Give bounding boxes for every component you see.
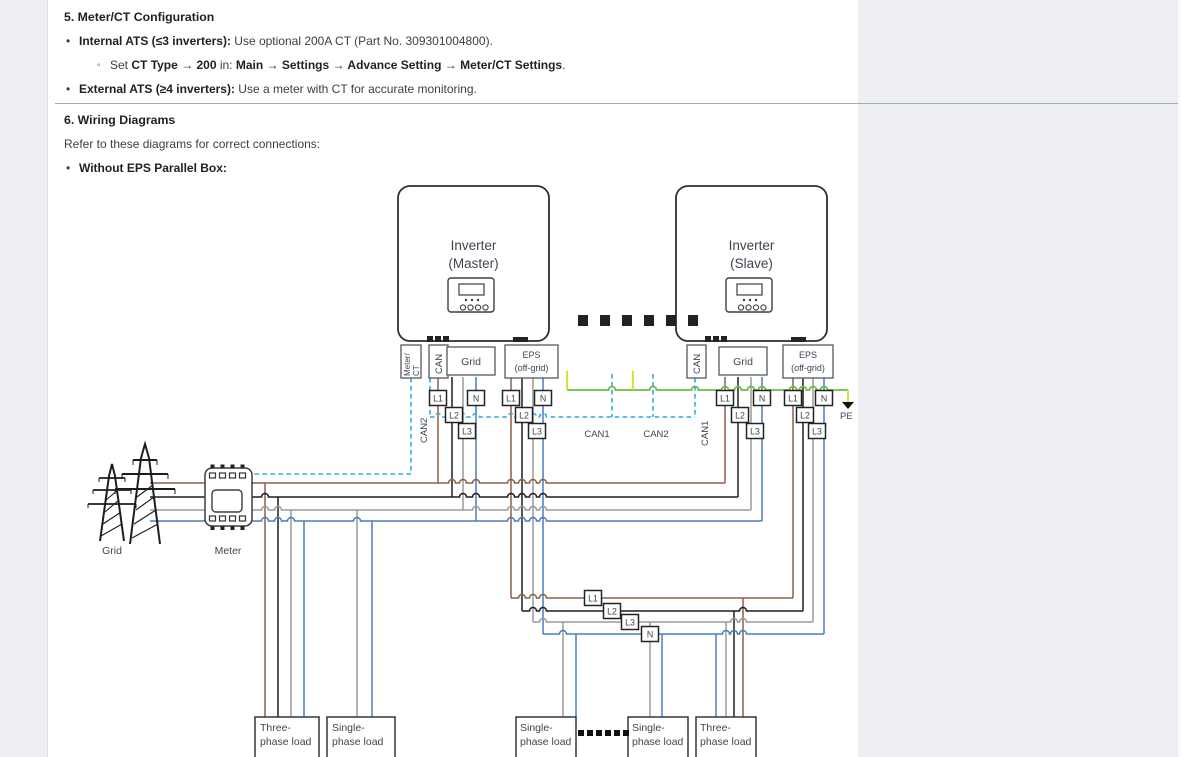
can2-label: CAN2 (643, 429, 668, 440)
svg-text:N: N (540, 394, 546, 404)
svg-text:(Slave): (Slave) (730, 256, 773, 271)
svg-text:L2: L2 (607, 607, 617, 617)
wiring-diagram: Grid Meter Inverter (Master) (48, 177, 857, 757)
svg-text:Grid: Grid (461, 356, 481, 368)
can2-vertical-label: CAN2 (419, 418, 430, 443)
svg-text:Meter/: Meter/ (403, 353, 412, 376)
svg-text:Single-: Single- (332, 722, 365, 734)
svg-text:L1: L1 (588, 594, 598, 604)
load-three-phase-1: Three- phase load (255, 717, 319, 757)
svg-text:Single-: Single- (632, 722, 665, 734)
grid-label: Grid (102, 545, 122, 557)
can1-label: CAN1 (584, 429, 609, 440)
svg-text:L1: L1 (433, 394, 443, 404)
bullet-icon: • (66, 161, 79, 175)
load-single-phase-3: Single- phase load (628, 717, 688, 757)
svg-text:L1: L1 (720, 394, 730, 404)
svg-text:CAN: CAN (692, 354, 703, 374)
svg-text:EPS: EPS (799, 350, 817, 360)
svg-text:L3: L3 (750, 427, 760, 437)
svg-text:phase load: phase load (332, 736, 384, 748)
svg-text:Single-: Single- (520, 722, 553, 734)
port-grid-slave: Grid (719, 347, 767, 375)
port-meter-ct: Meter/ CT (401, 345, 421, 378)
section6-intro: Refer to these diagrams for correct conn… (64, 137, 320, 151)
pe-label: PE (840, 411, 853, 422)
can1-vertical-label: CAN1 (700, 421, 711, 446)
svg-text:Three-: Three- (260, 722, 291, 734)
svg-text:L2: L2 (800, 411, 810, 421)
svg-text:Three-: Three- (700, 722, 731, 734)
svg-text:L2: L2 (449, 411, 459, 421)
section6-heading: 6. Wiring Diagrams (64, 113, 175, 127)
svg-text:Inverter: Inverter (729, 238, 775, 253)
section-divider (55, 103, 1178, 104)
port-can-master: CAN (429, 345, 448, 378)
meter-icon (205, 465, 252, 531)
load-boxes: Three- phase load Single- phase load Sin… (255, 717, 756, 757)
svg-text:L1: L1 (506, 394, 516, 404)
svg-text:L1: L1 (788, 394, 798, 404)
bullet-icon: • (66, 34, 79, 48)
load-three-phase-2: Three- phase load (696, 717, 756, 757)
svg-text:L3: L3 (812, 427, 822, 437)
inverter-slave: Inverter (Slave) (676, 186, 827, 342)
bullet-external-ats: •External ATS (≥4 inverters): Use a mete… (66, 82, 477, 96)
port-can-slave: CAN (687, 345, 706, 378)
svg-text:N: N (647, 630, 653, 640)
svg-text:EPS: EPS (522, 350, 540, 360)
svg-text:Inverter: Inverter (451, 238, 497, 253)
port-eps-master: EPS (off-grid) (505, 345, 558, 378)
sub-bullet-ct-type: ◦Set CT Type → 200 in: Main → Settings →… (97, 58, 565, 73)
svg-text:L2: L2 (735, 411, 745, 421)
pe-ground-icon: PE (840, 402, 854, 422)
svg-text:phase load: phase load (260, 736, 312, 748)
port-grid-master: Grid (447, 347, 495, 375)
svg-text:N: N (473, 394, 479, 404)
svg-text:(off-grid): (off-grid) (515, 363, 549, 373)
svg-text:(off-grid): (off-grid) (791, 363, 825, 373)
svg-text:phase load: phase load (700, 736, 752, 748)
svg-text:Grid: Grid (733, 356, 753, 368)
svg-text:CAN: CAN (434, 354, 445, 374)
load-single-phase-2: Single- phase load (516, 717, 576, 757)
svg-text:CT: CT (412, 365, 421, 376)
svg-text:N: N (759, 394, 765, 404)
bullet-icon: • (66, 82, 79, 96)
port-eps-slave: EPS (off-grid) (783, 345, 833, 378)
meter-label: Meter (215, 545, 242, 557)
svg-text:L3: L3 (462, 427, 472, 437)
svg-text:phase load: phase load (632, 736, 684, 748)
svg-text:L3: L3 (625, 618, 635, 628)
circle-bullet-icon: ◦ (97, 59, 110, 73)
section5-heading: 5. Meter/CT Configuration (64, 10, 214, 24)
power-wires (150, 377, 824, 717)
svg-text:(Master): (Master) (448, 256, 498, 271)
svg-text:L2: L2 (519, 411, 529, 421)
bullet-internal-ats: •Internal ATS (≤3 inverters): Use option… (66, 34, 493, 48)
wire-label-boxes: L1 N L2 L3 L1 N L2 L3 L1 N L2 L3 L1 N L2… (430, 391, 833, 642)
load-single-phase-1: Single- phase load (327, 717, 395, 757)
grid-tower-icon (88, 444, 175, 544)
bullet-without-eps: •Without EPS Parallel Box: (66, 161, 227, 175)
svg-text:phase load: phase load (520, 736, 572, 748)
more-loads-ellipsis-icon (578, 730, 629, 736)
inverter-master: Inverter (Master) (398, 186, 549, 342)
svg-text:N: N (821, 394, 827, 404)
svg-text:L3: L3 (532, 427, 542, 437)
document-page: 5. Meter/CT Configuration •Internal ATS … (0, 0, 1181, 757)
